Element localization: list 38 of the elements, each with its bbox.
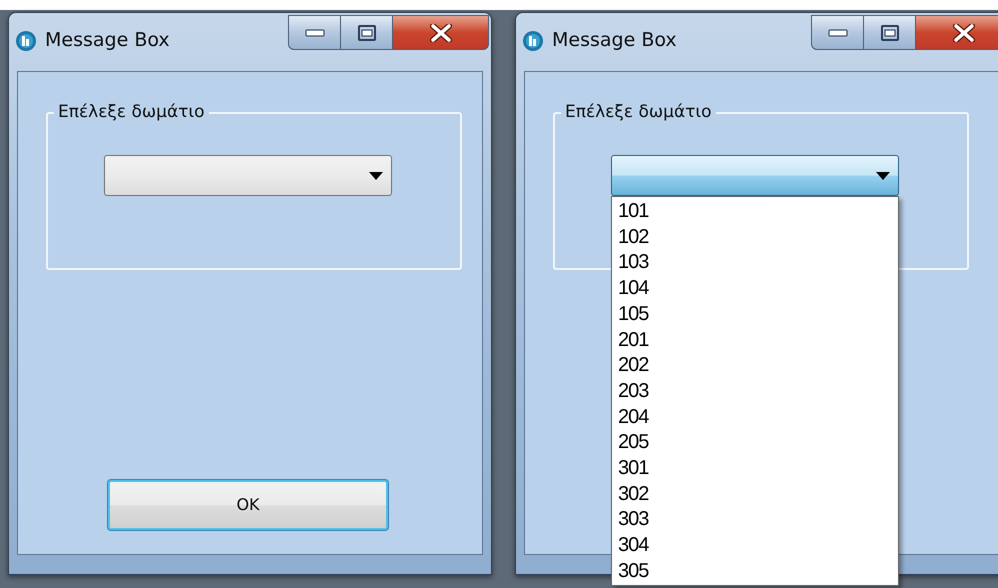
caret-icon	[369, 172, 383, 180]
minimize-button[interactable]	[811, 15, 864, 50]
minimize-button[interactable]	[288, 15, 341, 50]
room-dropdown[interactable]	[104, 155, 392, 196]
ok-button[interactable]: OK	[107, 479, 389, 531]
dropdown-option[interactable]: 302	[612, 482, 898, 508]
window-title: Message Box	[552, 28, 677, 53]
dropdown-option[interactable]: 301	[612, 456, 898, 482]
minimize-icon	[828, 28, 848, 36]
group-label: Επέλεξε δωμάτιο	[561, 101, 716, 123]
minimize-icon	[304, 28, 324, 36]
dropdown-option[interactable]: 104	[612, 276, 898, 302]
dropdown-option[interactable]: 205	[612, 430, 898, 456]
app-icon	[522, 30, 544, 52]
dropdown-option[interactable]: 204	[612, 404, 898, 430]
room-dropdown[interactable]	[611, 155, 899, 196]
group-label: Επέλεξε δωμάτιο	[54, 101, 209, 123]
dropdown-option[interactable]: 201	[612, 328, 898, 354]
maximize-button[interactable]	[341, 15, 393, 50]
close-button[interactable]	[916, 15, 998, 50]
dropdown-option[interactable]: 303	[612, 507, 898, 534]
close-button[interactable]	[393, 15, 489, 50]
dropdown-option[interactable]: 103	[612, 250, 898, 276]
dropdown-option[interactable]: 203	[612, 378, 898, 405]
dropdown-option[interactable]: 202	[612, 353, 898, 379]
dropdown-option[interactable]: 305	[612, 558, 898, 585]
dropdown-option[interactable]: 101	[612, 199, 898, 225]
caret-icon	[876, 172, 890, 180]
maximize-button[interactable]	[864, 15, 916, 50]
app-icon	[15, 30, 37, 52]
dropdown-option[interactable]: 304	[612, 533, 898, 559]
maximize-icon	[358, 24, 376, 40]
maximize-icon	[880, 24, 898, 40]
close-icon	[430, 24, 452, 42]
dropdown-option[interactable]: 102	[612, 224, 898, 250]
dropdown-option[interactable]: 105	[612, 302, 898, 328]
close-icon	[952, 24, 974, 42]
window-title: Message Box	[45, 28, 170, 53]
